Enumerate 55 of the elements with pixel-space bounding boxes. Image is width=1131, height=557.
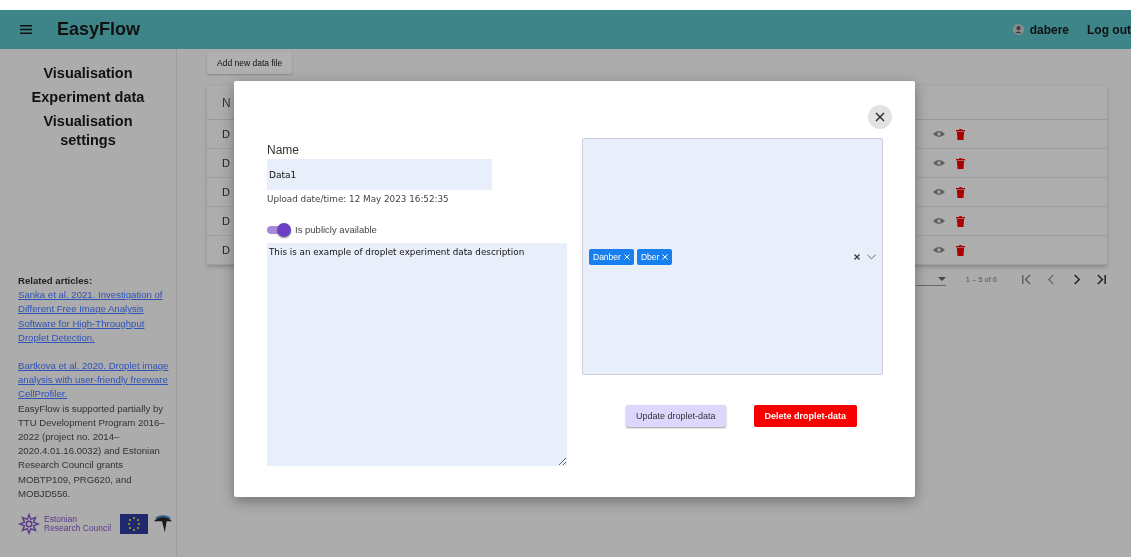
user-name[interactable]: dabere bbox=[1029, 22, 1069, 37]
user-icon bbox=[1012, 24, 1024, 35]
close-button[interactable] bbox=[868, 105, 892, 129]
logout-link[interactable]: Log out bbox=[1087, 22, 1131, 37]
name-field[interactable]: Data1 bbox=[267, 159, 492, 190]
first-page-icon[interactable] bbox=[1021, 274, 1032, 285]
remove-icon[interactable] bbox=[662, 253, 669, 260]
related-articles-label: Related articles: bbox=[18, 273, 94, 288]
article-link[interactable]: Bartkova et al. 2020. Droplet image analysis with user-friendly freeware CellProfiler. bbox=[18, 358, 176, 402]
table-cell: D bbox=[222, 186, 230, 198]
article-link[interactable]: Sanka et al. 2021. Investigation of Different Free Image Analysis Software for High-Throughput Droplet Detection. bbox=[18, 288, 172, 345]
council-logo-text: Estonian Research Council bbox=[44, 515, 112, 533]
trash-icon[interactable] bbox=[956, 215, 965, 227]
tag-select-field[interactable]: Danber Dber bbox=[582, 138, 883, 375]
trash-icon[interactable] bbox=[956, 128, 965, 140]
remove-icon[interactable] bbox=[623, 253, 630, 260]
trash-icon[interactable] bbox=[956, 244, 965, 256]
tag-chip[interactable]: Dber bbox=[636, 248, 673, 265]
public-toggle[interactable] bbox=[267, 225, 289, 234]
eye-icon[interactable] bbox=[933, 159, 945, 167]
upload-date-text: Upload date/time: 12 May 2023 16:52:35 bbox=[267, 194, 450, 204]
name-label: Name bbox=[267, 143, 300, 157]
previous-page-icon[interactable] bbox=[1046, 274, 1057, 285]
eu-flag-icon bbox=[120, 514, 148, 534]
toggle-label: Is publicly available bbox=[295, 224, 377, 235]
table-cell: D bbox=[222, 128, 230, 140]
update-button[interactable]: Update droplet-data bbox=[626, 405, 726, 427]
table-cell: D bbox=[222, 215, 230, 227]
nav-item[interactable]: Visualisation settings bbox=[18, 112, 158, 150]
menu-icon[interactable] bbox=[20, 25, 32, 34]
caret-icon[interactable] bbox=[937, 277, 946, 281]
table-cell: D bbox=[222, 157, 230, 169]
close-icon[interactable] bbox=[875, 112, 885, 122]
council-logo-icon bbox=[18, 513, 40, 535]
add-data-file-button[interactable]: Add new data file bbox=[207, 52, 293, 74]
column-header: N bbox=[222, 95, 231, 110]
chevron-down-icon[interactable] bbox=[867, 253, 876, 260]
tag-chip[interactable]: Danber bbox=[589, 248, 634, 265]
app-title: EasyFlow bbox=[57, 19, 141, 40]
eye-icon[interactable] bbox=[933, 130, 945, 138]
eye-icon[interactable] bbox=[933, 217, 945, 225]
next-page-icon[interactable] bbox=[1071, 274, 1082, 285]
eye-icon[interactable] bbox=[933, 188, 945, 196]
trash-icon[interactable] bbox=[956, 186, 965, 198]
clear-icon[interactable] bbox=[854, 253, 860, 260]
nav-item[interactable]: Visualisation bbox=[18, 64, 158, 83]
description-field[interactable]: This is an example of droplet experiment data description bbox=[267, 243, 567, 466]
eye-icon[interactable] bbox=[933, 246, 945, 254]
table-cell: D bbox=[222, 244, 230, 256]
support-text: EasyFlow is supported partially by TTU Development Program 2016–2022 (project no. 2014–2020.4.01.16.0032) and Estonian Research Council grants MOBTP109, PRG620, and MOBJD556. bbox=[18, 401, 166, 501]
delete-button[interactable]: Delete droplet-data bbox=[753, 405, 858, 427]
last-page-icon[interactable] bbox=[1096, 274, 1107, 285]
nav-item[interactable]: Experiment data bbox=[18, 88, 158, 107]
trash-icon[interactable] bbox=[956, 157, 965, 169]
swallow-icon bbox=[152, 514, 174, 534]
